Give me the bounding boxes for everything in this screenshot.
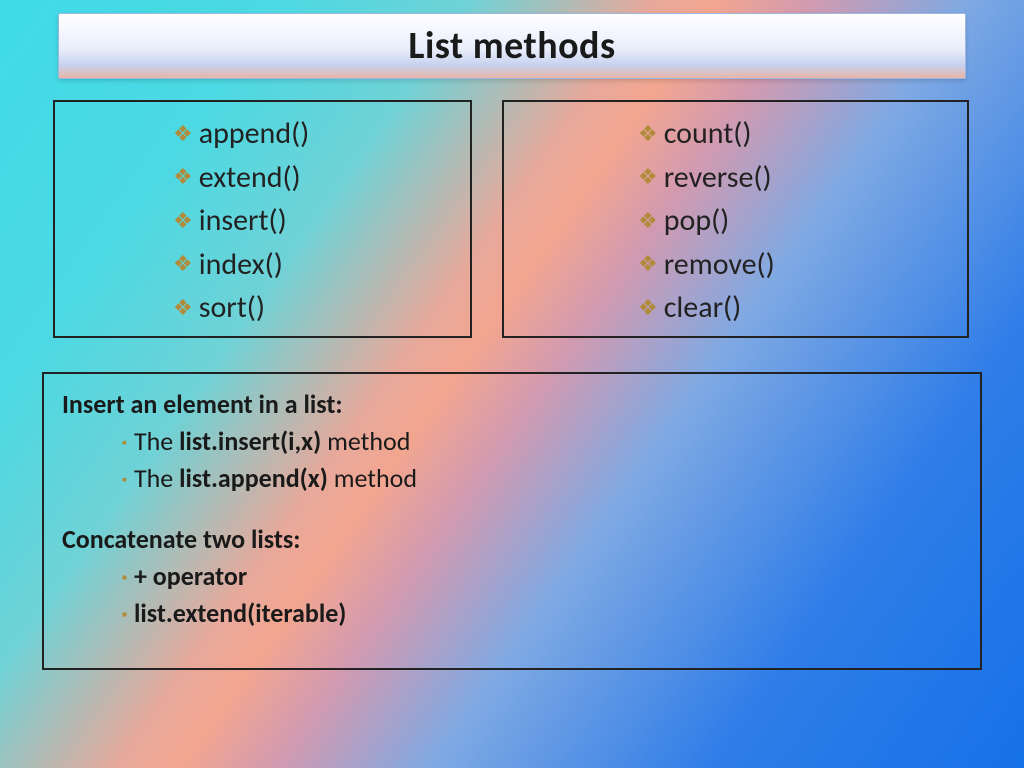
text-bold: list.insert(i,x) [179,425,321,457]
diamond-bullet-icon: ❖ [638,161,658,193]
diamond-bullet-icon: ❖ [638,118,658,150]
methods-box-left: ❖append() ❖extend() ❖insert() ❖index() ❖… [53,100,472,338]
list-item: ❖reverse() [638,156,947,200]
method-label: append() [199,112,310,156]
text-bold: list.append(x) [179,462,328,494]
diamond-bullet-icon: ❖ [173,292,193,324]
method-label: reverse() [664,156,772,200]
square-bullet-icon: ▪ [122,606,127,623]
diamond-bullet-icon: ❖ [173,205,193,237]
square-bullet-icon: ▪ [122,471,127,488]
text-bold: list.extend(iterable) [134,597,346,629]
list-item: ❖index() [173,243,450,287]
text-pre: The [134,462,179,494]
text-bold: + operator [134,560,247,592]
list-item: ❖insert() [173,199,450,243]
list-item: ▪ + operator [122,558,962,595]
slide-title: List methods [408,23,615,69]
diamond-bullet-icon: ❖ [173,118,193,150]
diamond-bullet-icon: ❖ [638,248,658,280]
method-label: extend() [199,156,301,200]
method-label: remove() [664,243,775,287]
list-item: ❖clear() [638,286,947,330]
diamond-bullet-icon: ❖ [638,292,658,324]
list-item: ▪ The list.insert(i,x) method [122,423,962,460]
text-pre: The [134,425,179,457]
list-item: ❖count() [638,112,947,156]
text-post: method [328,462,417,494]
list-item: ❖pop() [638,199,947,243]
detail-box: Insert an element in a list: ▪ The list.i… [42,372,982,670]
methods-list-right: ❖count() ❖reverse() ❖pop() ❖remove() ❖cl… [536,112,947,330]
method-label: insert() [199,199,287,243]
slide-title-bar: List methods [58,13,966,79]
diamond-bullet-icon: ❖ [638,205,658,237]
list-item: ❖sort() [173,286,450,330]
list-item: ▪ The list.append(x) method [122,460,962,497]
concat-heading: Concatenate two lists: [62,521,962,558]
square-bullet-icon: ▪ [122,434,127,451]
list-item: ❖extend() [173,156,450,200]
method-label: sort() [199,286,265,330]
list-item: ❖append() [173,112,450,156]
method-label: index() [199,243,283,287]
diamond-bullet-icon: ❖ [173,248,193,280]
insert-heading: Insert an element in a list: [62,386,962,423]
insert-sublist: ▪ The list.insert(i,x) method ▪ The list.a… [62,423,962,497]
methods-box-right: ❖count() ❖reverse() ❖pop() ❖remove() ❖cl… [502,100,969,338]
text-post: method [321,425,410,457]
concat-sublist: ▪ + operator ▪ list.extend(iterable) [62,558,962,632]
list-item: ❖remove() [638,243,947,287]
diamond-bullet-icon: ❖ [173,161,193,193]
methods-list-left: ❖append() ❖extend() ❖insert() ❖index() ❖… [87,112,450,330]
method-label: clear() [664,286,742,330]
square-bullet-icon: ▪ [122,569,127,586]
method-label: count() [664,112,752,156]
list-item: ▪ list.extend(iterable) [122,595,962,632]
method-label: pop() [664,199,730,243]
